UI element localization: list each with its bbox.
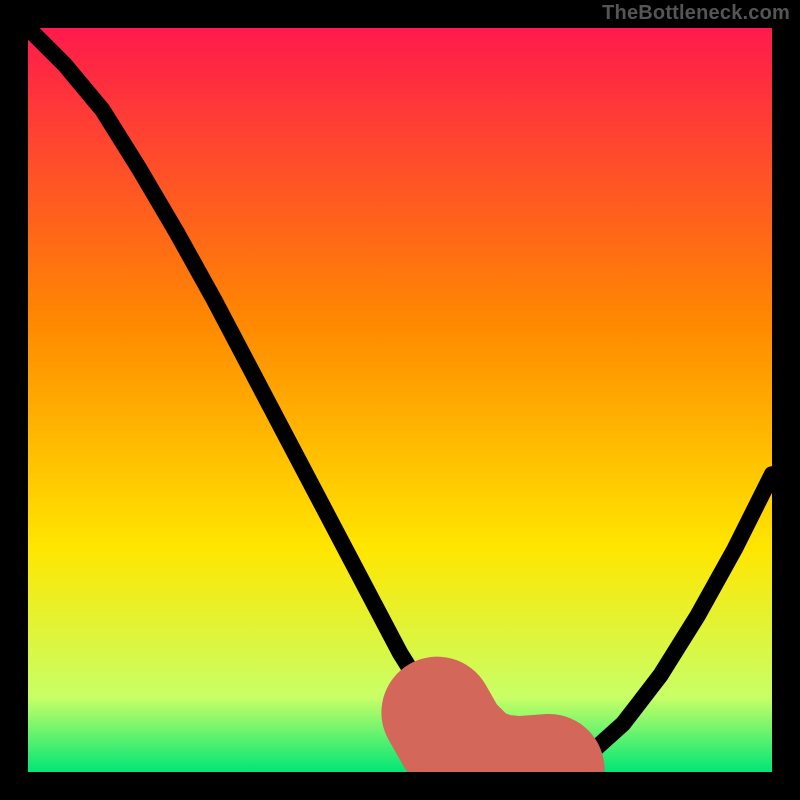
chart-stage: TheBottleneck.com bbox=[0, 0, 800, 800]
highlight-start-dot bbox=[427, 702, 448, 723]
bottleneck-chart bbox=[28, 28, 772, 772]
highlight-segment bbox=[437, 712, 549, 772]
watermark-text: TheBottleneck.com bbox=[602, 2, 790, 25]
